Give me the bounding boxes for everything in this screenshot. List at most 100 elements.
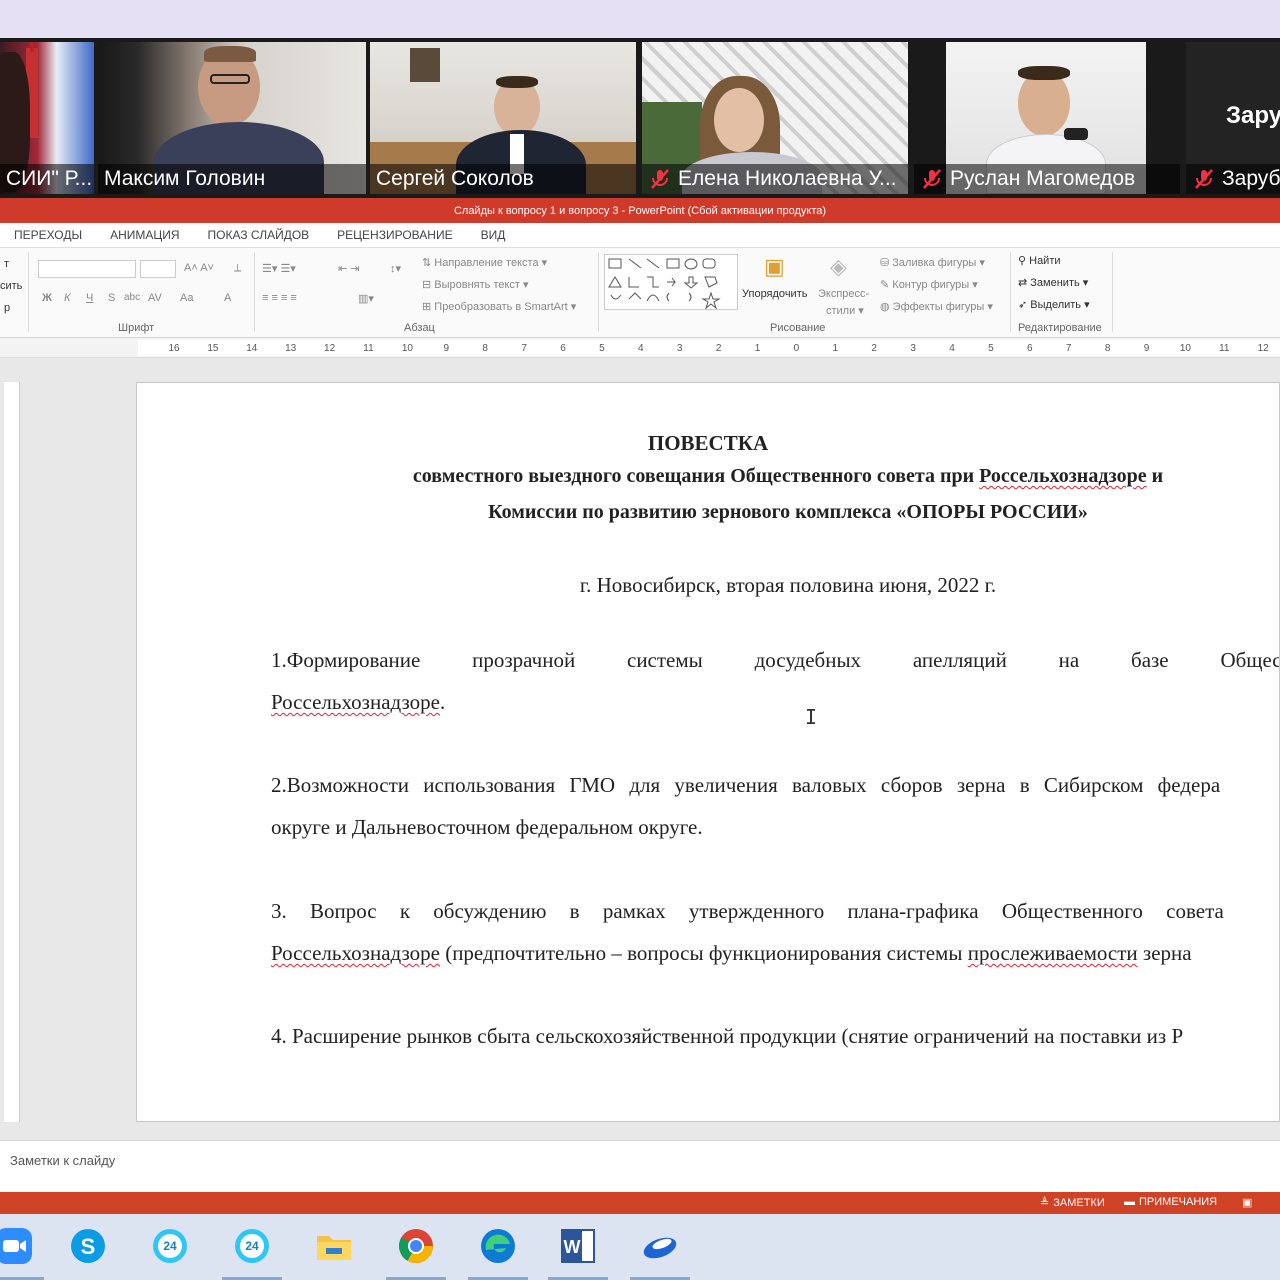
edge-icon[interactable] bbox=[468, 1226, 528, 1280]
underline-button[interactable]: Ч bbox=[86, 292, 93, 304]
replace-button[interactable]: ⇄ Заменить ▾ bbox=[1018, 276, 1088, 289]
comments-toggle-button[interactable]: ▬ ПРИМЕЧАНИЯ bbox=[1124, 1196, 1217, 1208]
slide-editing-area: ПОВЕСТКА совместного выездного совещания… bbox=[0, 358, 1280, 1140]
ruler-tick-label: 3 bbox=[910, 343, 916, 354]
cursor-arrow-icon: ➶ bbox=[1018, 299, 1031, 311]
bullets-icon[interactable]: ☰▾ ☰▾ bbox=[262, 262, 296, 275]
ruler-tick-label: 11 bbox=[1219, 343, 1230, 354]
zoom-icon[interactable] bbox=[0, 1226, 44, 1280]
text-direction-button[interactable]: ⇅ Направление текста ▾ bbox=[422, 256, 547, 269]
video-gallery-strip: СИИ" Р... Максим Головин Сергей Соколов bbox=[0, 38, 1280, 198]
ruler-tick-label: 1 bbox=[754, 343, 761, 354]
spellcheck-word: прослеживаемости bbox=[967, 941, 1138, 965]
tab-transitions[interactable]: ПЕРЕХОДЫ bbox=[14, 228, 82, 242]
tab-review[interactable]: РЕЦЕНЗИРОВАНИЕ bbox=[337, 228, 452, 242]
italic-button[interactable]: К bbox=[64, 292, 70, 304]
agenda-item-2[interactable]: 2.Возможности использования ГМО для увел… bbox=[271, 764, 1279, 848]
ribbon-cut-item[interactable]: р bbox=[4, 302, 10, 314]
bitrix24-icon[interactable]: 24 bbox=[150, 1226, 190, 1266]
spellcheck-word: Россельхознадзоре bbox=[271, 690, 440, 714]
smartart-button[interactable]: ⊞ Преобразовать в SmartArt ▾ bbox=[422, 300, 576, 313]
participant-tile[interactable]: Руслан Магомедов bbox=[914, 42, 1180, 194]
tab-animation[interactable]: АНИМАЦИЯ bbox=[110, 228, 179, 242]
slide-title[interactable]: ПОВЕСТКА bbox=[137, 431, 1279, 456]
shapes-icon bbox=[608, 258, 721, 310]
horizontal-ruler: 16 15 14 13 12 11 10 9 8 7 6 5 4 3 2 1 0 1 2 3 4 5 6 7 8 9 10 11 12 bbox=[0, 338, 1280, 358]
agenda-item-1[interactable]: 1.Формирование прозрачной системы досуде… bbox=[271, 639, 1279, 723]
tab-slide-show[interactable]: ПОКАЗ СЛАЙДОВ bbox=[208, 228, 310, 242]
agenda-line: 2.Возможности использования ГМО для увел… bbox=[271, 773, 1221, 797]
shapes-gallery[interactable] bbox=[604, 254, 738, 310]
shape-outline-button[interactable]: ✎ Контур фигуры ▾ bbox=[880, 278, 978, 291]
bitrix24-icon[interactable]: 24 bbox=[222, 1226, 282, 1280]
ruler-tick-label: 2 bbox=[715, 343, 722, 354]
muted-microphone-icon bbox=[648, 167, 672, 191]
find-button[interactable]: ⚲ Найти bbox=[1018, 254, 1061, 267]
quick-styles-button[interactable]: Экспресс- bbox=[818, 288, 869, 300]
tab-view[interactable]: ВИД bbox=[481, 228, 506, 242]
comments-label: ПРИМЕЧАНИЯ bbox=[1139, 1196, 1218, 1208]
ruler-tick-label: 2 bbox=[871, 343, 877, 354]
participant-name: Елена Николаевна У... bbox=[678, 167, 897, 190]
slide-subtitle-line-1[interactable]: совместного выездного совещания Обществе… bbox=[137, 465, 1279, 488]
chrome-icon[interactable] bbox=[386, 1226, 446, 1280]
skype-icon[interactable]: S bbox=[68, 1226, 108, 1266]
ruler-tick-label: 9 bbox=[1143, 343, 1150, 354]
change-case-button[interactable]: Aa bbox=[180, 292, 193, 304]
ruler-tick-label: 8 bbox=[1104, 343, 1111, 354]
font-color-button[interactable]: A bbox=[224, 292, 231, 304]
file-explorer-icon[interactable] bbox=[314, 1226, 354, 1266]
shape-effects-button[interactable]: ◍ Эффекты фигуры ▾ bbox=[880, 300, 993, 313]
indent-icon[interactable]: ⇤ ⇥ bbox=[338, 262, 360, 275]
arrange-button[interactable]: Упорядочить bbox=[742, 288, 807, 300]
arrange-icon: ▣ bbox=[764, 254, 785, 279]
notes-toggle-button[interactable]: ≜ ЗАМЕТКИ bbox=[1040, 1196, 1105, 1210]
agenda-item-4[interactable]: 4. Расширение рынков сбыта сельскохозяйс… bbox=[271, 1015, 1279, 1057]
slide-place-date[interactable]: г. Новосибирск, вторая половина июня, 20… bbox=[137, 573, 1279, 598]
ribbon-tabs: ПЕРЕХОДЫ АНИМАЦИЯ ПОКАЗ СЛАЙДОВ РЕЦЕНЗИР… bbox=[0, 223, 1280, 248]
find-label: Найти bbox=[1029, 255, 1061, 267]
shadow-button[interactable]: S bbox=[108, 292, 115, 304]
yandex-disk-icon[interactable] bbox=[630, 1226, 690, 1280]
ribbon-cut-item[interactable]: сить bbox=[0, 280, 22, 292]
participant-name: Максим Головин bbox=[104, 167, 266, 190]
slide-notes-pane[interactable]: Заметки к слайду bbox=[0, 1140, 1280, 1192]
char-spacing-button[interactable]: AV bbox=[148, 292, 162, 304]
participant-name: Сергей Соколов bbox=[376, 167, 534, 190]
participant-tile[interactable]: СИИ" Р... bbox=[0, 42, 94, 194]
participant-tile[interactable]: Сергей Соколов bbox=[370, 42, 636, 194]
ruler-tick-label: 14 bbox=[246, 343, 258, 354]
agenda-line: Россельхознадзоре. bbox=[271, 681, 1279, 723]
quick-styles-button-2[interactable]: стили ▾ bbox=[826, 304, 864, 317]
slide-subtitle-line-2[interactable]: Комиссии по развитию зернового комплекса… bbox=[137, 501, 1279, 524]
svg-text:S: S bbox=[81, 1234, 96, 1259]
agenda-line: округе и Дальневосточном федеральном окр… bbox=[271, 815, 703, 839]
participant-tile-active[interactable]: Максим Головин bbox=[98, 42, 366, 194]
columns-icon[interactable]: ▥▾ bbox=[358, 292, 374, 305]
screen: СИИ" Р... Максим Головин Сергей Соколов bbox=[0, 0, 1280, 1280]
agenda-line: 1.Формирование прозрачной системы досуде… bbox=[271, 648, 1279, 672]
line-spacing-icon[interactable]: ↕▾ bbox=[390, 262, 401, 275]
participant-tile[interactable]: Елена Николаевна У... bbox=[642, 42, 908, 194]
bitrix-badge: 24 bbox=[163, 1239, 177, 1253]
agenda-text: . bbox=[439, 690, 446, 714]
bold-button[interactable]: Ж bbox=[42, 292, 52, 304]
font-name-combobox[interactable] bbox=[38, 260, 136, 278]
ruler-tick-label: 5 bbox=[988, 343, 994, 354]
word-icon[interactable]: W bbox=[548, 1226, 608, 1280]
select-button[interactable]: ➶ Выделить ▾ bbox=[1018, 298, 1090, 311]
vertical-ruler bbox=[4, 382, 20, 1122]
ribbon-cut-item[interactable]: т bbox=[4, 258, 9, 270]
slide-canvas[interactable]: ПОВЕСТКА совместного выездного совещания… bbox=[136, 382, 1280, 1122]
participant-tile[interactable]: Зару Зарубі bbox=[1186, 42, 1280, 194]
ruler-tick-label: 11 bbox=[363, 343, 374, 354]
grow-font-icon[interactable]: A˄ A˅ bbox=[184, 262, 214, 274]
strikethrough-button[interactable]: abc bbox=[124, 292, 140, 303]
agenda-item-3[interactable]: 3. Вопрос к обсуждению в рамках утвержде… bbox=[271, 890, 1279, 974]
normal-view-button[interactable]: ▣ bbox=[1242, 1196, 1252, 1209]
align-icons[interactable]: ≡ ≡ ≡ ≡ bbox=[262, 292, 297, 304]
shape-fill-button[interactable]: ⛁ Заливка фигуры ▾ bbox=[880, 256, 985, 269]
align-text-button[interactable]: ⊟ Выровнять текст ▾ bbox=[422, 278, 529, 291]
font-size-combobox[interactable] bbox=[140, 260, 176, 278]
clear-formatting-icon[interactable]: ⟂ bbox=[234, 262, 241, 275]
